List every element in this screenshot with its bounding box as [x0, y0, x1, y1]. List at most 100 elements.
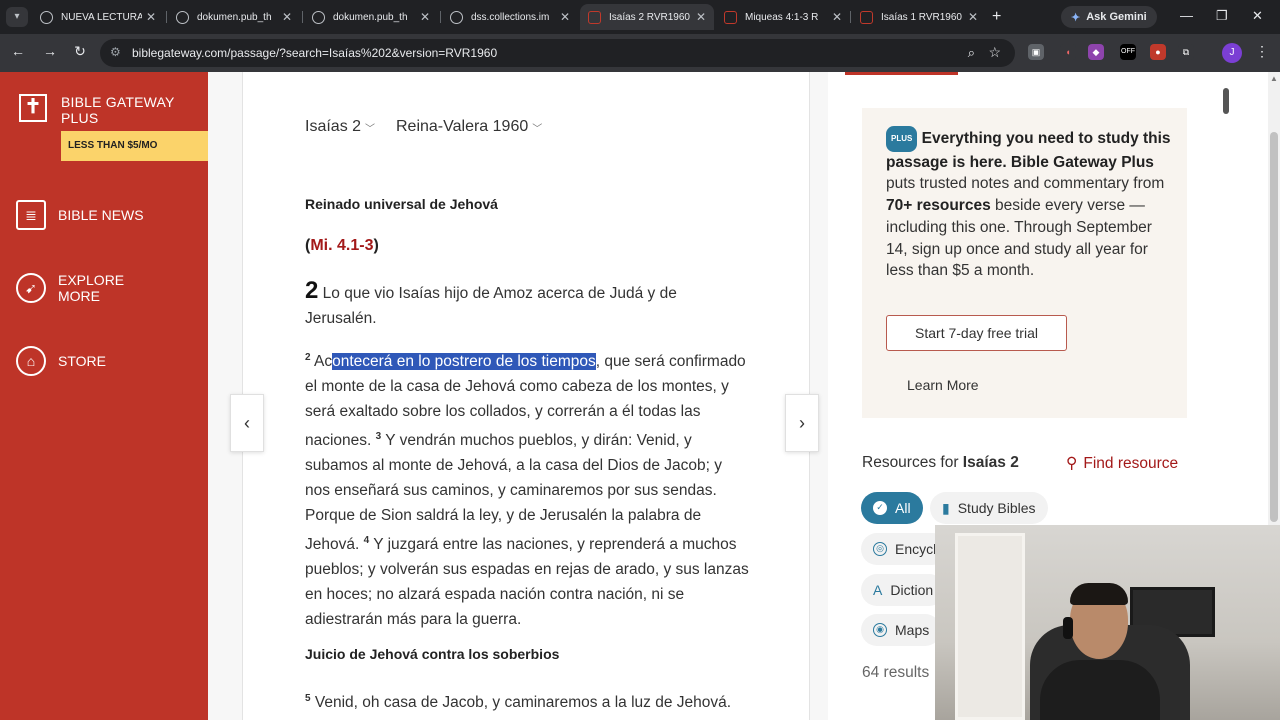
tab-favicon-icon — [176, 10, 189, 24]
verse-number: 3 — [375, 431, 382, 443]
zoom-icon[interactable]: ⌕ — [968, 45, 975, 61]
extension-icon[interactable]: ◆ — [1088, 44, 1104, 60]
window-close-icon[interactable]: ✕ — [1252, 8, 1263, 24]
tab-close-icon[interactable]: ✕ — [420, 10, 430, 24]
cross-reference-link[interactable]: Mi. 4.1-3 — [310, 237, 373, 254]
verse-1: 2 Lo que vio Isaías hijo de Amoz acerca … — [305, 278, 750, 331]
compass-icon: ➹ — [16, 273, 46, 303]
verses-2-4: 2 Acontecerá en lo postrero de los tiemp… — [305, 345, 750, 632]
ask-gemini-label: Ask Gemini — [1086, 11, 1147, 23]
plus-badge: PLUS — [886, 126, 918, 152]
tab-favicon-icon — [312, 10, 325, 24]
previous-chapter-button[interactable]: ‹ — [230, 394, 264, 452]
resources-heading: Resources for Isaías 2 — [862, 454, 1019, 472]
page-scrollbar-thumb[interactable] — [1270, 132, 1278, 522]
extensions-puzzle-icon[interactable]: ⧉ — [1178, 44, 1194, 60]
profile-avatar[interactable]: J — [1222, 43, 1242, 63]
filter-label: Maps — [895, 622, 930, 638]
bible-gateway-plus-logo-icon[interactable]: ✝ — [19, 94, 47, 122]
extension-icon[interactable]: ▣ — [1028, 44, 1044, 60]
chevron-right-icon: › — [799, 412, 805, 433]
extension-icon[interactable]: ● — [1150, 44, 1166, 60]
address-bar[interactable]: ⚙ biblegateway.com/passage/?search=Isaía… — [100, 39, 1015, 67]
plus-promo-text: PLUS Everything you need to study this p… — [886, 126, 1171, 282]
presenter-body — [1040, 660, 1160, 720]
verse-text: Ac — [314, 353, 333, 371]
new-tab-button[interactable]: + — [992, 8, 1001, 26]
sidebar-item-bible-news[interactable]: ≣ BIBLE NEWS — [16, 200, 144, 230]
verse-number: 4 — [363, 535, 370, 547]
promo-bold-lead: Everything you need to study this passag… — [886, 130, 1171, 171]
browser-toolbar: ← → ↻ ⚙ biblegateway.com/passage/?search… — [0, 34, 1280, 72]
reload-icon[interactable]: ↻ — [70, 43, 90, 60]
sidebar-item-label: STORE — [58, 353, 106, 369]
webcam-overlay — [935, 525, 1280, 720]
section-heading: Reinado universal de Jehová — [305, 196, 498, 212]
filter-maps[interactable]: ◉ Maps — [861, 614, 942, 646]
tab-title: dokumen.pub_th — [333, 11, 408, 23]
tab-close-icon[interactable]: ✕ — [968, 10, 978, 24]
verse-5: 5 Venid, oh casa de Jacob, y caminaremos… — [305, 686, 765, 715]
resources-heading-prefix: Resources for — [862, 454, 963, 471]
extension-icon[interactable]: ◖ — [1060, 44, 1076, 60]
chevron-down-icon: ﹀ — [532, 123, 543, 135]
browser-tab[interactable]: dss.collections.im ✕ — [442, 4, 578, 30]
tab-search-button[interactable]: ▾ — [6, 7, 28, 27]
browser-tab-active[interactable]: Isaías 2 RVR1960 ✕ — [580, 4, 714, 30]
verse-number: 2 — [305, 352, 311, 363]
tab-close-icon[interactable]: ✕ — [282, 10, 292, 24]
ask-gemini-button[interactable]: ✦ Ask Gemini — [1061, 6, 1157, 28]
version-dropdown[interactable]: Reina-Valera 1960 ﹀ — [396, 118, 542, 136]
version-label: Reina-Valera 1960 — [396, 118, 529, 135]
browser-tab[interactable]: dokumen.pub_th ✕ — [304, 4, 438, 30]
sidebar-item-label: BIBLE NEWS — [58, 207, 144, 223]
verse-text: Venid, oh casa de Jacob, y caminaremos a… — [314, 694, 732, 712]
book-chapter-dropdown[interactable]: Isaías 2 ﹀ — [305, 118, 375, 136]
learn-more-link[interactable]: Learn More — [907, 377, 979, 393]
browser-tab[interactable]: dokumen.pub_th ✕ — [168, 4, 300, 30]
back-arrow-icon[interactable]: ← — [8, 43, 28, 59]
browser-tab[interactable]: Isaías 1 RVR1960 ✕ — [852, 4, 986, 30]
panel-scrollbar[interactable] — [1223, 88, 1229, 114]
verse-number: 5 — [305, 693, 311, 704]
site-info-icon[interactable]: ⚙ — [110, 45, 121, 59]
browser-menu-icon[interactable]: ⋮ — [1252, 43, 1272, 60]
extension-off-icon[interactable]: OFF — [1120, 44, 1136, 60]
browser-tab-bar: ▾ NUEVA LECTURA ✕ dokumen.pub_th ✕ dokum… — [0, 0, 1280, 34]
next-chapter-button[interactable]: › — [785, 394, 819, 452]
scroll-up-arrow-icon[interactable]: ▲ — [1270, 74, 1278, 83]
sidebar-item-label: EXPLORE MORE — [58, 272, 125, 304]
plus-price-badge[interactable]: LESS THAN $5/MO — [61, 131, 208, 161]
results-count: 64 results — [862, 664, 930, 681]
tab-close-icon[interactable]: ✕ — [560, 10, 570, 24]
filter-label: All — [895, 500, 911, 516]
check-icon: ✓ — [873, 501, 887, 515]
active-tab-indicator — [845, 72, 958, 75]
promo-text: puts trusted notes and commentary from — [886, 175, 1165, 193]
find-resource-button[interactable]: ⚲ Find resource — [1066, 454, 1178, 473]
url-text: biblegateway.com/passage/?search=Isaías%… — [132, 46, 498, 60]
background-door — [955, 533, 1025, 720]
headset — [1063, 617, 1073, 639]
bible-gateway-plus-title[interactable]: BIBLE GATEWAY PLUS — [61, 94, 201, 126]
browser-tab[interactable]: Miqueas 4:1-3 R ✕ — [716, 4, 850, 30]
sidebar-item-explore-more[interactable]: ➹ EXPLORE MORE — [16, 272, 126, 304]
tab-close-icon[interactable]: ✕ — [146, 10, 156, 24]
bookmark-star-icon[interactable]: ☆ — [988, 44, 1001, 61]
tab-close-icon[interactable]: ✕ — [832, 10, 842, 24]
filter-all[interactable]: ✓ All — [861, 492, 923, 524]
maximize-icon[interactable]: ❐ — [1216, 8, 1228, 24]
tab-title: Miqueas 4:1-3 R — [745, 11, 819, 23]
sidebar-item-store[interactable]: ⌂ STORE — [16, 346, 106, 376]
filter-dictionaries[interactable]: A Diction — [861, 574, 946, 606]
tab-favicon-icon — [450, 10, 463, 24]
forward-arrow-icon[interactable]: → — [40, 43, 60, 59]
search-icon: ⚲ — [1066, 455, 1078, 472]
minimize-icon[interactable]: — — [1180, 8, 1193, 23]
tab-close-icon[interactable]: ✕ — [696, 10, 706, 24]
news-icon: ≣ — [16, 200, 46, 230]
tab-title: dokumen.pub_th — [197, 11, 272, 23]
start-free-trial-button[interactable]: Start 7-day free trial — [886, 315, 1067, 351]
filter-study-bibles[interactable]: ▮ Study Bibles — [930, 492, 1048, 524]
browser-tab[interactable]: NUEVA LECTURA ✕ — [32, 4, 164, 30]
